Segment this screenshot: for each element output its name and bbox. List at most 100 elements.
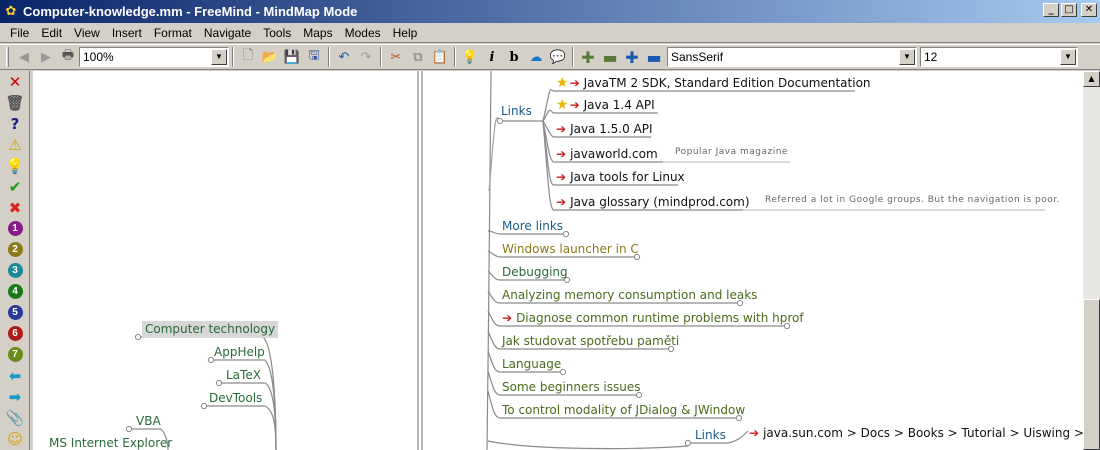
attach-icon[interactable]: 📎 (0, 407, 30, 428)
chevron-down-icon[interactable]: ▼ (899, 49, 915, 65)
remove-node-icon[interactable]: ▬ (599, 46, 621, 68)
font-size-value: 12 (924, 50, 938, 64)
font-size-select[interactable]: 12 ▼ (920, 47, 1078, 67)
node-jak-studovat[interactable]: Jak studovat spotřebu paměti (502, 334, 679, 349)
cut-icon[interactable]: ✂ (385, 46, 407, 68)
minimize-button[interactable]: _ (1043, 3, 1059, 17)
scroll-thumb[interactable] (1083, 299, 1100, 450)
node-javaworld[interactable]: ➔ javaworld.com (556, 147, 658, 162)
menu-edit[interactable]: Edit (35, 26, 68, 40)
node-language[interactable]: Language (502, 357, 561, 372)
warning-icon[interactable]: ⚠ (0, 134, 30, 155)
question-icon[interactable]: ? (0, 113, 30, 134)
priority-6-icon[interactable]: 6 (0, 323, 30, 344)
toolbar-separator (328, 47, 330, 67)
window-controls: _ □ ✕ (1043, 3, 1097, 17)
italic-icon[interactable]: i (481, 46, 503, 68)
paste-icon[interactable]: 📋 (429, 46, 451, 68)
cross-icon[interactable]: ✕ (0, 71, 30, 92)
node-latex[interactable]: LaTeX (226, 368, 261, 383)
copy-icon[interactable]: ⧉ (407, 46, 429, 68)
node-java-tools-linux[interactable]: ➔ Java tools for Linux (556, 170, 685, 185)
speech-bubble-icon[interactable]: 💬 (547, 46, 569, 68)
node-analyzing-memory[interactable]: Analyzing memory consumption and leaks (502, 288, 757, 303)
node-diagnose-hprof[interactable]: ➔ Diagnose common runtime problems with h… (502, 311, 804, 326)
node-java2-sdk-docs[interactable]: ★➔ JavaTM 2 SDK, Standard Edition Documen… (556, 76, 871, 91)
idea-icon[interactable]: 💡 (0, 155, 30, 176)
trash-icon[interactable]: 🗑 (0, 92, 30, 113)
node-windows-launcher[interactable]: Windows launcher in C (502, 242, 639, 257)
node-links-2[interactable]: Links (695, 428, 726, 443)
link-arrow-icon: ➔ (502, 311, 513, 325)
open-folder-icon[interactable]: 📂 (259, 46, 281, 68)
zoom-select[interactable]: 100% ▼ (79, 47, 229, 67)
scroll-up-button[interactable]: ▲ (1083, 71, 1100, 87)
new-file-icon[interactable]: 🗋 (237, 46, 259, 68)
link-arrow-icon: ➔ (569, 76, 580, 90)
node-java14-api[interactable]: ★➔ Java 1.4 API (556, 98, 655, 113)
link-arrow-icon: ➔ (556, 122, 567, 136)
chevron-down-icon[interactable]: ▼ (211, 49, 227, 65)
back-arrow-icon[interactable]: ⬅ (0, 365, 30, 386)
close-button[interactable]: ✕ (1081, 3, 1097, 17)
print-icon[interactable]: 🖶 (57, 46, 79, 68)
node-sun-tutorial[interactable]: ➔ java.sun.com > Docs > Books > Tutorial … (749, 426, 1083, 441)
font-family-select[interactable]: SansSerif ▼ (667, 47, 917, 67)
icon-number: 3 (7, 263, 23, 278)
forward-arrow-icon[interactable]: ➡ (0, 386, 30, 407)
node-java-glossary[interactable]: ➔ Java glossary (mindprod.com) (556, 195, 750, 210)
node-more-links[interactable]: More links (502, 219, 563, 234)
menu-view[interactable]: View (68, 26, 106, 40)
node-links[interactable]: Links (501, 104, 532, 119)
check-icon[interactable]: ✔ (0, 176, 30, 197)
icon-number: 4 (7, 284, 23, 299)
link-arrow-icon: ➔ (749, 426, 760, 440)
menu-navigate[interactable]: Navigate (198, 26, 257, 40)
menu-insert[interactable]: Insert (106, 26, 148, 40)
bold-icon[interactable]: b (503, 46, 525, 68)
smiley-icon[interactable]: ☺ (0, 428, 30, 449)
zoom-out-icon[interactable]: ▬ (643, 46, 665, 68)
vertical-scrollbar[interactable]: ▲ (1083, 71, 1100, 450)
priority-1-icon[interactable]: 1 (0, 218, 30, 239)
menu-bar: File Edit View Insert Format Navigate To… (0, 23, 1100, 43)
node-ms-internet-explorer[interactable]: MS Internet Explorer (49, 436, 172, 450)
node-vba[interactable]: VBA (136, 414, 161, 429)
menu-modes[interactable]: Modes (339, 26, 387, 40)
no-icon[interactable]: ✖ (0, 197, 30, 218)
priority-2-icon[interactable]: 2 (0, 239, 30, 260)
chevron-down-icon[interactable]: ▼ (1060, 49, 1076, 65)
save-as-icon[interactable]: 🖫 (303, 46, 325, 68)
add-node-icon[interactable]: ✚ (577, 46, 599, 68)
zoom-in-icon[interactable]: ✚ (621, 46, 643, 68)
node-devtools[interactable]: DevTools (209, 391, 262, 406)
redo-icon[interactable]: ↷ (355, 46, 377, 68)
node-modality[interactable]: To control modality of JDialog & JWindow (502, 403, 745, 418)
zoom-value: 100% (83, 50, 114, 64)
save-icon[interactable]: 💾 (281, 46, 303, 68)
priority-3-icon[interactable]: 3 (0, 260, 30, 281)
back-icon[interactable]: ◀ (13, 46, 35, 68)
menu-file[interactable]: File (4, 26, 35, 40)
node-debugging[interactable]: Debugging (502, 265, 568, 280)
forward-icon[interactable]: ▶ (35, 46, 57, 68)
node-text: Java glossary (mindprod.com) (570, 195, 750, 209)
node-java15-api[interactable]: ➔ Java 1.5.0 API (556, 122, 653, 137)
cloud-icon[interactable]: ☁ (525, 46, 547, 68)
node-beginners-issues[interactable]: Some beginners issues (502, 380, 640, 395)
node-computer-technology[interactable]: Computer technology (142, 321, 279, 338)
menu-help[interactable]: Help (387, 26, 424, 40)
undo-icon[interactable]: ↶ (333, 46, 355, 68)
maximize-button[interactable]: □ (1061, 3, 1077, 17)
mindmap-canvas[interactable]: ★➔ JavaTM 2 SDK, Standard Edition Documen… (33, 71, 1083, 450)
toolbar-grip (6, 47, 9, 67)
priority-7-icon[interactable]: 7 (0, 344, 30, 365)
menu-tools[interactable]: Tools (257, 26, 297, 40)
priority-4-icon[interactable]: 4 (0, 281, 30, 302)
menu-maps[interactable]: Maps (297, 26, 338, 40)
menu-format[interactable]: Format (148, 26, 198, 40)
lightbulb-icon[interactable]: 💡 (459, 46, 481, 68)
node-text: JavaTM 2 SDK, Standard Edition Documenta… (583, 76, 871, 90)
priority-5-icon[interactable]: 5 (0, 302, 30, 323)
node-apphelp[interactable]: AppHelp (214, 345, 265, 360)
